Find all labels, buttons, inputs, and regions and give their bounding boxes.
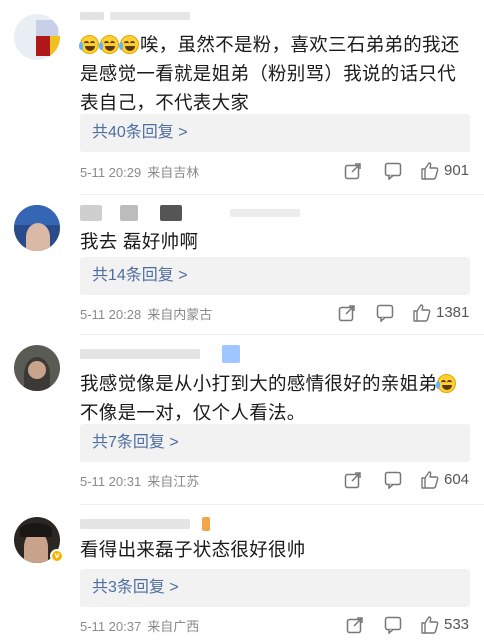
- vip-badge-icon: [222, 345, 240, 363]
- comment-text: 唉，虽然不是粉，喜欢三石弟弟的我还是感觉一看就是姐弟（粉别骂）我说的话只代表自己…: [79, 30, 470, 117]
- thumbs-up-icon[interactable]: [420, 161, 440, 181]
- share-icon[interactable]: [338, 304, 356, 322]
- comment-item: 唉，虽然不是粉，喜欢三石弟弟的我还是感觉一看就是姐弟（粉别骂）我说的话只代表自己…: [0, 0, 484, 195]
- avatar[interactable]: [14, 14, 60, 60]
- comment-text-part: 我感觉像是从小打到大的感情很好的亲姐弟: [80, 373, 438, 394]
- username[interactable]: [80, 6, 260, 28]
- comment-text-part: 不像是一对，仅个人看法。: [80, 402, 306, 423]
- comment-icon[interactable]: [376, 304, 394, 322]
- comment-meta: 5-11 20:37 来自广西: [80, 618, 205, 636]
- laugh-cry-emoji-icon: [119, 35, 139, 54]
- comment-location: 来自内蒙古: [147, 307, 213, 322]
- comment-text: 我感觉像是从小打到大的感情很好的亲姐弟 不像是一对，仅个人看法。: [80, 369, 470, 427]
- like-count: 604: [444, 471, 470, 488]
- view-replies-button[interactable]: 共40条回复 >: [80, 114, 470, 152]
- username[interactable]: [80, 343, 280, 365]
- comment-text: 我去 磊好帅啊: [80, 231, 199, 252]
- view-replies-button[interactable]: 共14条回复 >: [80, 257, 470, 295]
- comment-text: 看得出来磊子状态很好很帅: [80, 539, 306, 560]
- comment-meta: 5-11 20:29 来自吉林: [80, 164, 205, 182]
- avatar[interactable]: [14, 345, 60, 391]
- comment-icon[interactable]: [384, 471, 402, 489]
- comment-item: 我感觉像是从小打到大的感情很好的亲姐弟 不像是一对，仅个人看法。 共7条回复 > …: [0, 335, 484, 505]
- comment-meta: 5-11 20:31 来自江苏: [80, 473, 205, 491]
- username[interactable]: [80, 513, 220, 535]
- comment-icon[interactable]: [384, 616, 402, 634]
- like-count: 1381: [436, 304, 470, 321]
- comment-time: 5-11 20:28: [80, 307, 142, 322]
- thumbs-up-icon[interactable]: [420, 470, 440, 490]
- laugh-cry-emoji-icon: [436, 374, 457, 393]
- view-replies-button[interactable]: 共3条回复 >: [80, 569, 470, 607]
- share-icon[interactable]: [346, 616, 364, 634]
- comment-time: 5-11 20:29: [80, 165, 142, 180]
- like-count: 533: [444, 616, 470, 633]
- username[interactable]: [80, 203, 310, 225]
- share-icon[interactable]: [344, 471, 362, 489]
- comment-location: 来自江苏: [147, 474, 200, 489]
- share-icon[interactable]: [344, 162, 362, 180]
- comment-icon[interactable]: [384, 162, 402, 180]
- comment-item: 我去 磊好帅啊 共14条回复 > 5-11 20:28 来自内蒙古 1381: [0, 195, 484, 335]
- comment-location: 来自广西: [147, 619, 200, 634]
- verified-badge-icon: v: [50, 549, 64, 563]
- avatar[interactable]: [14, 205, 60, 251]
- laugh-cry-emoji-icon: [79, 35, 99, 54]
- like-count: 901: [444, 162, 470, 179]
- thumbs-up-icon[interactable]: [412, 303, 432, 323]
- comment-location: 来自吉林: [147, 165, 200, 180]
- thumbs-up-icon[interactable]: [420, 615, 440, 635]
- comment-time: 5-11 20:37: [80, 619, 142, 634]
- comment-meta: 5-11 20:28 来自内蒙古: [80, 306, 218, 324]
- view-replies-button[interactable]: 共7条回复 >: [80, 424, 470, 462]
- comment-time: 5-11 20:31: [80, 474, 142, 489]
- comment-item: v 看得出来磊子状态很好很帅 共3条回复 > 5-11 20:37 来自广西 53…: [0, 505, 484, 640]
- laugh-cry-emoji-icon: [99, 35, 119, 54]
